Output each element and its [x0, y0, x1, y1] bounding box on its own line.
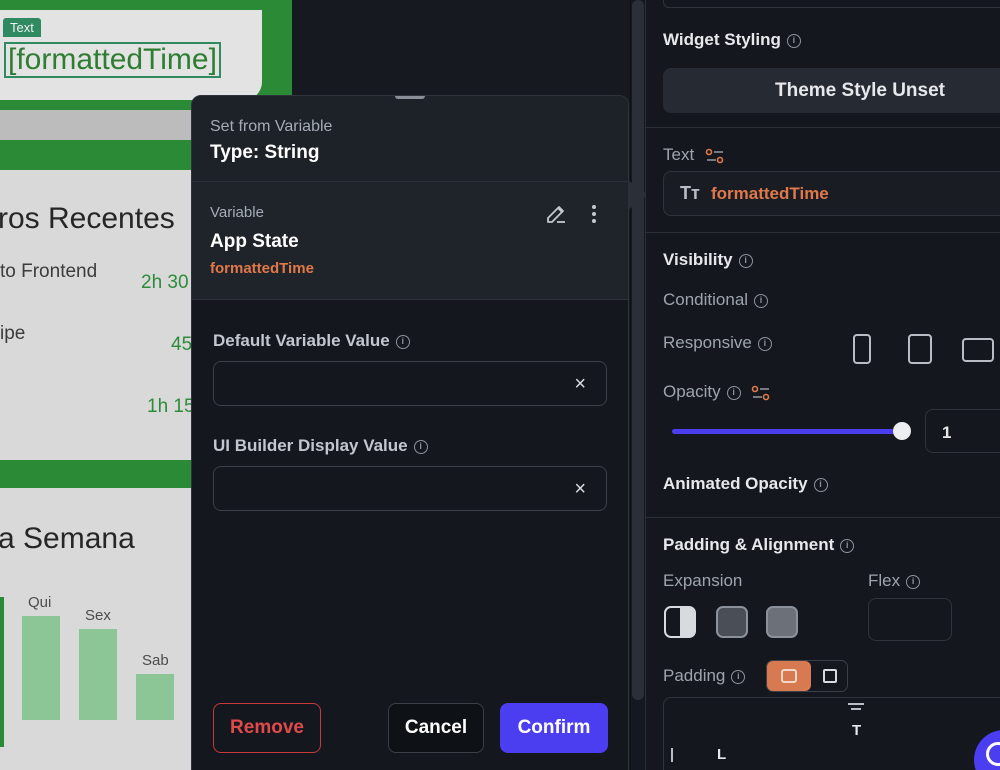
ui-display-value-input[interactable]: ×: [213, 466, 607, 511]
variable-name: formattedTime: [210, 260, 314, 277]
phone-icon[interactable]: [853, 334, 871, 364]
variable-binding-icon[interactable]: [751, 384, 771, 402]
chart-bar-label: Qui: [28, 594, 52, 611]
remove-button[interactable]: Remove: [213, 703, 321, 753]
chart-bar-edge: [0, 597, 4, 747]
info-icon[interactable]: i: [395, 334, 410, 349]
variable-label: Variable: [210, 204, 264, 221]
popup-type: Type: String: [210, 142, 320, 163]
expansion-label: Expansion: [663, 571, 743, 590]
drag-handle[interactable]: [395, 96, 425, 99]
info-icon[interactable]: i: [413, 439, 428, 454]
divider: [646, 127, 1000, 128]
top-field-edge: [663, 0, 1000, 8]
padding-uniform-option[interactable]: [767, 661, 811, 691]
ui-display-value-label: UI Builder Display Value i: [213, 436, 428, 456]
text-type-icon: Tт: [680, 183, 700, 203]
opacity-slider-track[interactable]: [672, 429, 904, 434]
recent-heading: ros Recentes: [0, 202, 175, 235]
info-icon[interactable]: i: [754, 293, 769, 308]
chart-bar-sex: [79, 629, 117, 720]
pad-top-marker-inner: [851, 708, 861, 710]
widget-type-badge: Text: [3, 18, 41, 37]
info-icon[interactable]: i: [738, 253, 753, 268]
recent-item-1: to Frontend: [0, 261, 98, 282]
text-value-field[interactable]: Tт formattedTime: [663, 171, 1000, 216]
padding-editor: T L: [663, 697, 1000, 770]
divider: [646, 517, 1000, 518]
selected-text-widget[interactable]: [formattedTime]: [4, 42, 221, 78]
chart-bar-label: Sex: [85, 607, 111, 624]
info-icon[interactable]: i: [731, 669, 746, 684]
tablet-icon[interactable]: [908, 334, 932, 364]
chart-bar-label: Sab: [142, 652, 169, 669]
recent-item-2: ipe: [0, 323, 26, 344]
info-icon[interactable]: i: [786, 33, 801, 48]
widget-styling-heading: Widget Styling i: [663, 30, 801, 50]
scrollbar-thumb[interactable]: [632, 0, 644, 700]
padding-mode-toggle[interactable]: [766, 660, 848, 692]
flex-label: Flex i: [868, 571, 921, 591]
variable-block[interactable]: Variable App State formattedTime: [192, 182, 628, 300]
week-heading: a Semana: [0, 522, 135, 555]
confirm-button[interactable]: Confirm: [500, 703, 608, 753]
expansion-default-button[interactable]: [664, 606, 696, 638]
clear-icon[interactable]: ×: [574, 478, 586, 501]
padding-label: Padding i: [663, 666, 746, 686]
chart-bar-sab: [136, 674, 174, 720]
expansion-flexible-button[interactable]: [766, 606, 798, 638]
edit-icon[interactable]: [544, 202, 568, 226]
clear-icon[interactable]: ×: [574, 373, 586, 396]
visibility-heading: Visibility i: [663, 250, 753, 270]
app-root: Text [formattedTime] ros Recentes to Fro…: [0, 0, 1000, 770]
cancel-button[interactable]: Cancel: [388, 703, 484, 753]
theme-style-button[interactable]: Theme Style Unset: [663, 68, 1000, 113]
info-icon[interactable]: i: [840, 538, 855, 553]
info-icon[interactable]: i: [726, 385, 741, 400]
properties-panel: Widget Styling i Theme Style Unset Text T…: [645, 0, 1000, 770]
text-label: Text: [663, 145, 725, 165]
more-vertical-icon[interactable]: [588, 202, 600, 226]
animated-opacity-label: Animated Opacity i: [663, 474, 828, 494]
text-value: formattedTime: [711, 184, 829, 203]
info-icon[interactable]: i: [813, 477, 828, 492]
info-icon[interactable]: i: [757, 336, 772, 351]
chat-icon: [986, 742, 1000, 766]
pad-left-marker: [671, 748, 673, 762]
divider: [646, 232, 1000, 233]
conditional-label: Conditional i: [663, 290, 769, 310]
flex-input[interactable]: [868, 598, 952, 641]
set-variable-popup: Set from Variable Type: String Variable …: [191, 95, 629, 770]
pad-left-value[interactable]: L: [717, 746, 726, 763]
opacity-input[interactable]: 1: [925, 409, 1000, 453]
variable-binding-icon[interactable]: [705, 147, 725, 165]
square-icon: [781, 669, 797, 683]
expansion-expanded-button[interactable]: [716, 606, 748, 638]
chart-bar-qui: [22, 616, 60, 720]
desktop-icon[interactable]: [962, 338, 994, 362]
opacity-slider-knob[interactable]: [893, 422, 911, 440]
default-value-input[interactable]: ×: [213, 361, 607, 406]
default-value-label: Default Variable Value i: [213, 331, 410, 351]
popup-subtitle: Set from Variable: [210, 118, 333, 135]
popup-header: Set from Variable Type: String: [192, 96, 628, 182]
recent-item-1-time: 2h 30: [141, 272, 189, 293]
recent-item-3-time: 1h 15: [147, 396, 195, 417]
pad-top-marker: [848, 703, 864, 705]
recent-item-2-time: 45: [171, 334, 193, 355]
info-icon[interactable]: i: [906, 574, 921, 589]
pad-top-value[interactable]: T: [852, 722, 861, 739]
padding-alignment-heading: Padding & Alignment i: [663, 535, 855, 555]
variable-source: App State: [210, 231, 299, 252]
responsive-label: Responsive i: [663, 333, 772, 353]
opacity-label: Opacity i: [663, 382, 771, 402]
padding-individual-option[interactable]: [823, 669, 837, 683]
